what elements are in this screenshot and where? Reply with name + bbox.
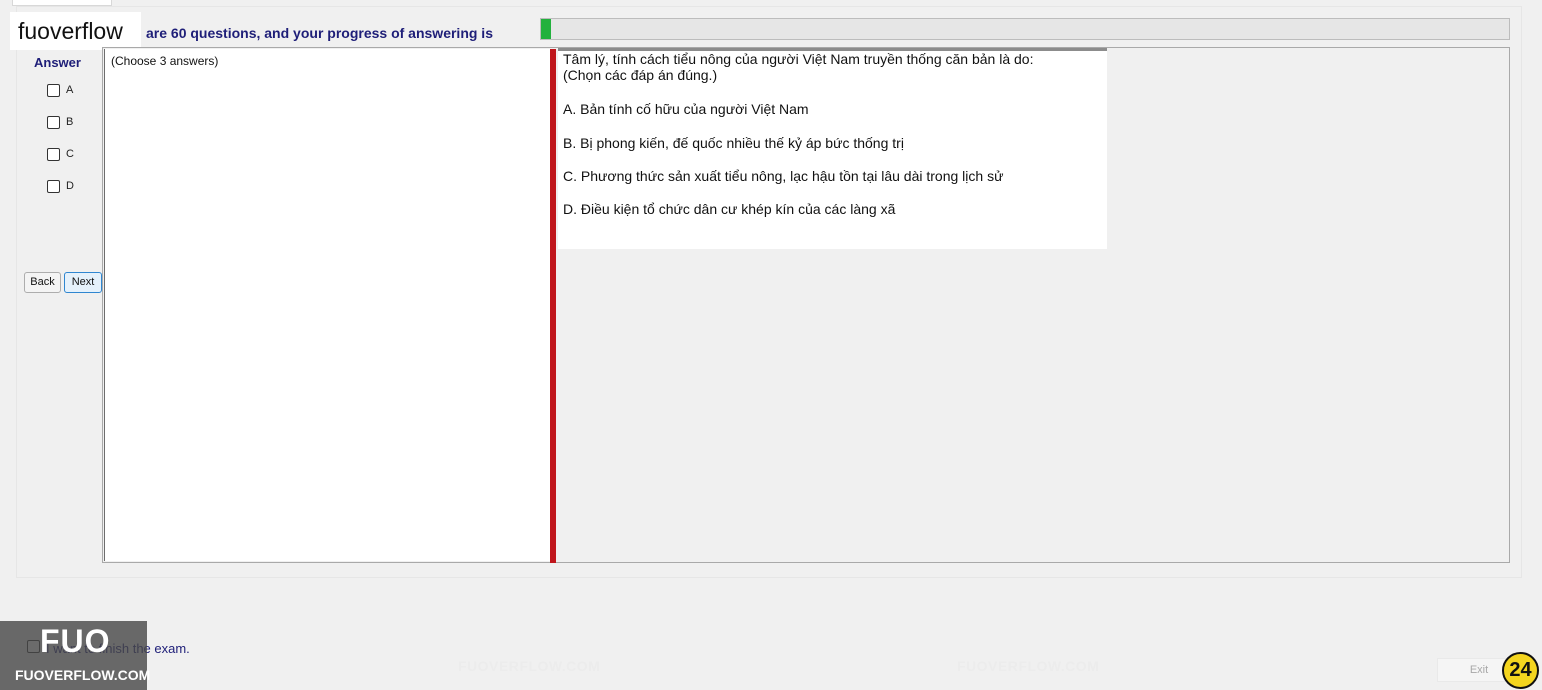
progress-text: are 60 questions, and your progress of a… [146, 25, 493, 41]
brand-label: fuoverflow [10, 12, 141, 50]
question-option-a: A. Bản tính cố hữu của người Việt Nam [563, 101, 809, 117]
watermark-logo-url: FUOVERFLOW.COM [15, 667, 151, 683]
answer-option-a[interactable]: A [47, 83, 97, 99]
checkbox-b[interactable] [47, 116, 60, 129]
back-button[interactable]: Back [24, 272, 61, 293]
answer-option-label: A [66, 84, 74, 96]
progress-bar [540, 18, 1510, 40]
pane-splitter[interactable] [550, 49, 556, 563]
answer-option-label: D [66, 180, 74, 192]
exam-window: FUOVERFLOW.COM FUOVERFLOW.COM FUOVERFLOW… [0, 0, 1542, 690]
answer-option-label: B [66, 116, 74, 128]
watermark-logo-text: FUO [40, 623, 111, 659]
checkbox-c[interactable] [47, 148, 60, 161]
answer-option-b[interactable]: B [47, 115, 97, 131]
choose-hint: (Choose 3 answers) [111, 54, 219, 68]
question-stem-line: Tâm lý, tính cách tiểu nông của người Vi… [563, 51, 1034, 67]
progress-bar-fill [541, 19, 551, 39]
question-stem-line: (Chọn các đáp án đúng.) [563, 67, 718, 83]
watermark-text: FUOVERFLOW.COM [957, 658, 1100, 674]
question-option-c: C. Phương thức sản xuất tiểu nông, lạc h… [563, 168, 1004, 184]
answer-option-c[interactable]: C [47, 147, 97, 163]
checkbox-d[interactable] [47, 180, 60, 193]
answer-option-label: C [66, 148, 74, 160]
watermark-text: FUOVERFLOW.COM [458, 658, 601, 674]
question-stem: Tâm lý, tính cách tiểu nông của người Vi… [563, 51, 1033, 83]
answer-title: Answer [34, 55, 81, 70]
checkbox-a[interactable] [47, 84, 60, 97]
answer-hint-pane [104, 49, 550, 561]
question-option-d: D. Điều kiện tổ chức dân cư khép kín của… [563, 201, 896, 217]
page-number-badge: 24 [1502, 652, 1539, 689]
answer-option-d[interactable]: D [47, 179, 97, 195]
question-option-b: B. Bị phong kiến, đế quốc nhiều thế kỷ á… [563, 135, 904, 151]
next-button[interactable]: Next [64, 272, 102, 293]
